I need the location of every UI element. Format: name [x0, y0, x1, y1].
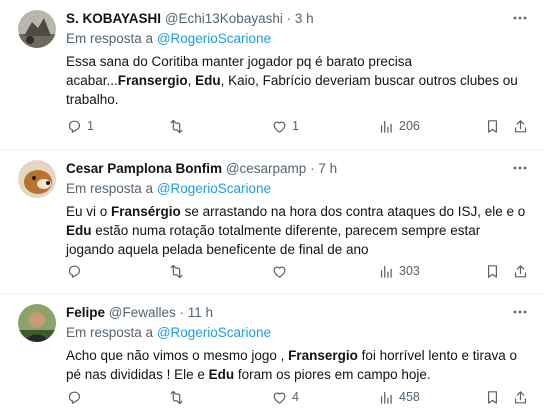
- reply-count: 1: [87, 119, 94, 133]
- reply-context: Em resposta a @RogerioScarione: [66, 31, 271, 46]
- display-name[interactable]: S. KOBAYASHI: [66, 11, 161, 26]
- share-icon: [514, 119, 527, 132]
- views-button[interactable]: 206: [378, 116, 420, 136]
- like-button[interactable]: [271, 261, 292, 281]
- bookmark-button[interactable]: [484, 387, 501, 407]
- action-bar: 1 1 206: [66, 116, 534, 136]
- user-handle[interactable]: @cesarpamp: [226, 161, 307, 176]
- like-button[interactable]: 4: [271, 387, 299, 407]
- views-button[interactable]: 458: [378, 387, 420, 407]
- retweet-button[interactable]: [168, 261, 189, 281]
- retweet-icon: [170, 264, 183, 278]
- share-button[interactable]: [512, 116, 529, 136]
- tweet-text-segment: ,: [187, 73, 196, 88]
- retweet-icon: [170, 119, 183, 133]
- highlighted-term: Edu: [66, 223, 92, 238]
- views-count: 303: [399, 264, 420, 278]
- tweet-reply[interactable]: Cesar Pamplona Bonfim @cesarpamp · 7 h E…: [0, 150, 544, 294]
- like-button[interactable]: 1: [271, 116, 299, 136]
- tweet-header: Felipe @Fewalles · 11 h: [66, 305, 213, 320]
- more-icon[interactable]: [510, 8, 530, 28]
- bookmark-icon: [488, 119, 497, 133]
- reply-icon: [68, 120, 81, 133]
- highlighted-term: Fransérgio: [111, 204, 181, 219]
- heart-icon: [273, 266, 286, 278]
- action-bar: 303: [66, 261, 534, 281]
- heart-icon: [273, 392, 286, 404]
- reply-context: Em resposta a @RogerioScarione: [66, 181, 271, 196]
- tweet-text-segment: Acho que não vimos o mesmo jogo ,: [66, 348, 289, 363]
- share-button[interactable]: [512, 261, 529, 281]
- tweet-text-segment: se arrastando na hora dos contra ataques…: [180, 204, 526, 219]
- views-button[interactable]: 303: [378, 261, 420, 281]
- display-name[interactable]: Felipe: [66, 305, 105, 320]
- reply-button[interactable]: 1: [66, 116, 94, 136]
- retweet-icon: [170, 390, 183, 404]
- tweet-header: Cesar Pamplona Bonfim @cesarpamp · 7 h: [66, 161, 337, 176]
- like-count: 4: [292, 390, 299, 404]
- views-icon: [380, 391, 392, 404]
- reply-button[interactable]: [66, 261, 87, 281]
- views-icon: [380, 265, 392, 278]
- timestamp[interactable]: · 11 h: [180, 305, 214, 320]
- tweet-text: Essa sana do Coritiba manter jogador pq …: [66, 52, 528, 109]
- highlighted-term: Fransergio: [288, 348, 358, 363]
- views-count: 206: [399, 119, 420, 133]
- reply-prefix: Em resposta a: [66, 31, 154, 46]
- share-button[interactable]: [512, 387, 529, 407]
- retweet-button[interactable]: [168, 116, 189, 136]
- more-icon[interactable]: [510, 302, 530, 322]
- reply-icon: [68, 391, 81, 404]
- tweet-text: Eu vi o Fransérgio se arrastando na hora…: [66, 202, 528, 259]
- reply-to-link[interactable]: @RogerioScarione: [157, 181, 271, 196]
- views-count: 458: [399, 390, 420, 404]
- tweet-text: Acho que não vimos o mesmo jogo , Franse…: [66, 346, 528, 384]
- bookmark-icon: [488, 264, 497, 278]
- reply-prefix: Em resposta a: [66, 325, 154, 340]
- like-count: 1: [292, 119, 299, 133]
- reply-to-link[interactable]: @RogerioScarione: [157, 31, 271, 46]
- tweet-reply[interactable]: Felipe @Fewalles · 11 h Em resposta a @R…: [0, 294, 544, 417]
- tweet-text-segment: estão numa rotação totalmente diferente,…: [66, 223, 481, 257]
- highlighted-term: Fransergio: [117, 73, 188, 88]
- highlighted-term: Edu: [208, 367, 235, 382]
- avatar[interactable]: [18, 10, 56, 48]
- tweet-reply[interactable]: S. KOBAYASHI @Echi13Kobayashi · 3 h Em r…: [0, 0, 544, 150]
- timestamp[interactable]: · 3 h: [287, 11, 314, 26]
- views-icon: [380, 120, 392, 133]
- action-bar: 4 458: [66, 387, 534, 407]
- more-icon[interactable]: [510, 158, 530, 178]
- highlighted-term: Edu: [195, 73, 221, 88]
- user-handle[interactable]: @Fewalles: [109, 305, 176, 320]
- timestamp[interactable]: · 7 h: [310, 161, 337, 176]
- bookmark-button[interactable]: [484, 116, 501, 136]
- retweet-button[interactable]: [168, 387, 189, 407]
- avatar[interactable]: [18, 160, 56, 198]
- heart-icon: [273, 121, 286, 133]
- share-icon: [514, 390, 527, 403]
- bookmark-icon: [488, 390, 497, 404]
- reply-prefix: Em resposta a: [66, 181, 154, 196]
- reply-to-link[interactable]: @RogerioScarione: [157, 325, 271, 340]
- tweet-header: S. KOBAYASHI @Echi13Kobayashi · 3 h: [66, 11, 314, 26]
- avatar[interactable]: [18, 304, 56, 342]
- tweet-text-segment: foram os piores em campo hoje.: [234, 367, 431, 382]
- share-icon: [514, 264, 527, 277]
- user-handle[interactable]: @Echi13Kobayashi: [165, 11, 283, 26]
- reply-icon: [68, 265, 81, 278]
- display-name[interactable]: Cesar Pamplona Bonfim: [66, 161, 222, 176]
- reply-context: Em resposta a @RogerioScarione: [66, 325, 271, 340]
- reply-button[interactable]: [66, 387, 87, 407]
- bookmark-button[interactable]: [484, 261, 501, 281]
- tweet-text-segment: Eu vi o: [66, 204, 112, 219]
